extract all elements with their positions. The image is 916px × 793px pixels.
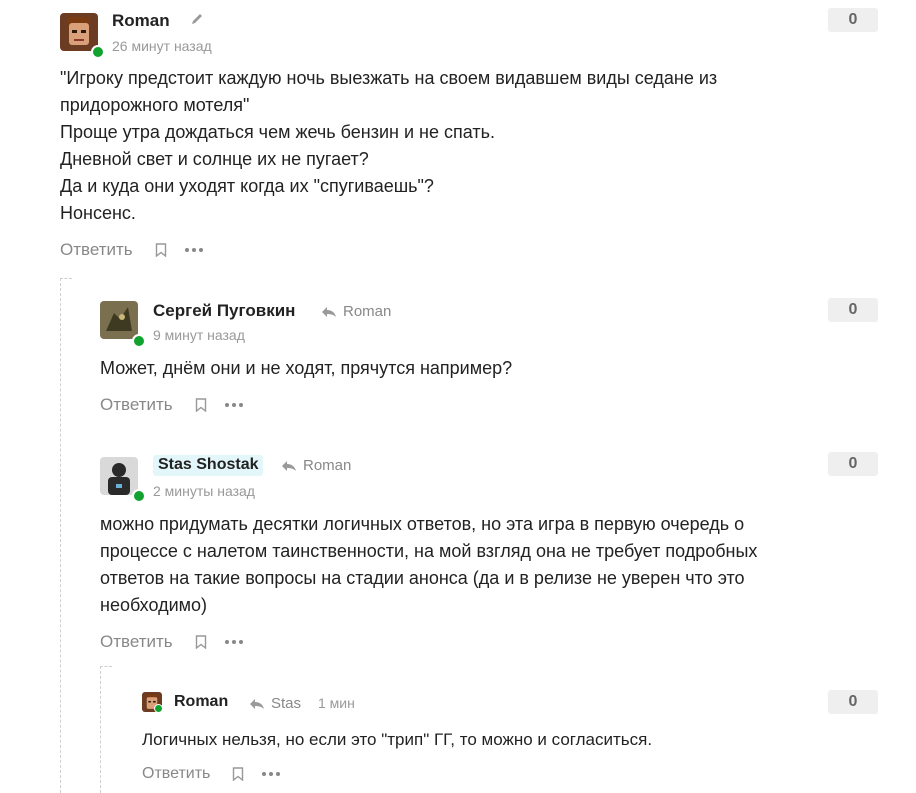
comment-text: "Игроку предстоит каждую ночь выезжать н… bbox=[60, 65, 820, 227]
thread-line-level-1 bbox=[60, 278, 61, 793]
more-icon[interactable] bbox=[184, 248, 203, 252]
author-name[interactable]: Сергей Пуговкин bbox=[153, 301, 295, 321]
more-icon[interactable] bbox=[262, 772, 281, 776]
comment-actions: Ответить bbox=[100, 395, 243, 415]
comment-time[interactable]: 9 минут назад bbox=[153, 327, 245, 343]
comment-time[interactable]: 2 минуты назад bbox=[153, 483, 255, 499]
comment-text: можно придумать десятки логичных ответов… bbox=[100, 511, 820, 619]
online-indicator bbox=[154, 704, 163, 713]
bookmark-icon[interactable] bbox=[195, 635, 207, 649]
rating-counter[interactable]: 0 bbox=[828, 690, 878, 714]
reply-button[interactable]: Ответить bbox=[60, 240, 133, 260]
comment-text: Логичных нельзя, но если это "трип" ГГ, … bbox=[142, 726, 822, 753]
author-name[interactable]: Stas Shostak bbox=[153, 455, 264, 476]
comment-text-line: "Игроку предстоит каждую ночь выезжать н… bbox=[60, 68, 718, 88]
comment-text: Может, днём они и не ходят, прячутся нап… bbox=[100, 355, 820, 382]
comment-time[interactable]: 1 мин bbox=[318, 695, 355, 711]
reply-to-name: Roman bbox=[303, 457, 352, 474]
author-name[interactable]: Roman bbox=[174, 693, 228, 711]
reply-button[interactable]: Ответить bbox=[100, 395, 173, 415]
reply-to-name: Stas bbox=[271, 695, 302, 712]
reply-button[interactable]: Ответить bbox=[142, 765, 210, 783]
rating-counter[interactable]: 0 bbox=[828, 8, 878, 32]
more-icon[interactable] bbox=[224, 403, 243, 407]
reply-to[interactable]: Roman bbox=[281, 457, 351, 474]
comment-actions: Ответить bbox=[60, 240, 203, 260]
pencil-icon[interactable] bbox=[190, 12, 204, 29]
bookmark-icon[interactable] bbox=[155, 243, 167, 257]
online-indicator bbox=[91, 45, 105, 59]
reply-to-name: Roman bbox=[343, 303, 392, 320]
comment-text-line: придорожного мотеля" bbox=[60, 95, 250, 115]
avatar[interactable] bbox=[100, 301, 138, 339]
avatar[interactable] bbox=[60, 13, 98, 51]
reply-button[interactable]: Ответить bbox=[100, 632, 173, 652]
author-name[interactable]: Roman bbox=[112, 11, 170, 31]
online-indicator bbox=[132, 489, 146, 503]
thread-line-level-2 bbox=[100, 666, 101, 793]
comment-text-line: Проще утра дождаться чем жечь бензин и н… bbox=[60, 122, 495, 142]
comment-text-line: Логичных нельзя, но если это "трип" ГГ, … bbox=[142, 730, 653, 749]
comment-text-line: Может, днём они и не ходят, прячутся нап… bbox=[100, 358, 513, 378]
reply-arrow-icon bbox=[322, 306, 336, 317]
comment-text-line: Да и куда они уходят когда их "спугиваеш… bbox=[60, 176, 434, 196]
avatar[interactable] bbox=[100, 457, 138, 495]
comment-actions: Ответить bbox=[142, 765, 281, 783]
thread-line-level-2-top bbox=[100, 666, 112, 667]
comment-text-line: процессе с налетом таинственности, на мо… bbox=[100, 541, 758, 561]
online-indicator bbox=[132, 334, 146, 348]
bookmark-icon[interactable] bbox=[232, 767, 244, 781]
reply-arrow-icon bbox=[282, 460, 296, 471]
comment-text-line: ответов на такие вопросы на стадии анонс… bbox=[100, 568, 745, 588]
comment-time[interactable]: 26 минут назад bbox=[112, 38, 212, 54]
reply-to[interactable]: Stas bbox=[249, 695, 301, 712]
rating-counter[interactable]: 0 bbox=[828, 298, 878, 322]
comment-text-line: Дневной свет и солнце их не пугает? bbox=[60, 149, 369, 169]
more-icon[interactable] bbox=[224, 640, 243, 644]
bookmark-icon[interactable] bbox=[195, 398, 207, 412]
comment-actions: Ответить bbox=[100, 632, 243, 652]
comment-text-line: Нонсенс. bbox=[60, 203, 136, 223]
thread-line-level-1-top bbox=[60, 278, 72, 279]
rating-counter[interactable]: 0 bbox=[828, 452, 878, 476]
reply-to[interactable]: Roman bbox=[321, 303, 391, 320]
comment-text-line: можно придумать десятки логичных ответов… bbox=[100, 514, 745, 534]
reply-arrow-icon bbox=[250, 698, 264, 709]
comment-text-line: необходимо) bbox=[100, 595, 208, 615]
